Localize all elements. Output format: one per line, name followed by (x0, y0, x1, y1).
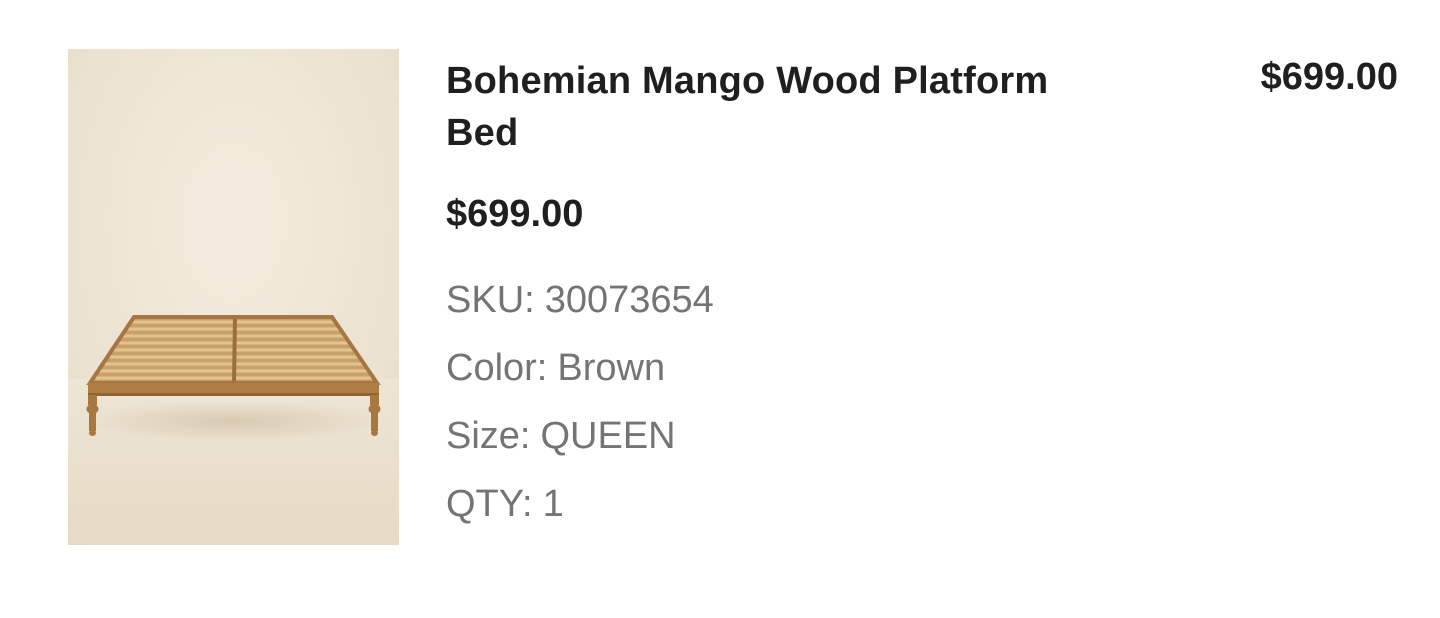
color-value: Brown (557, 347, 666, 389)
size-row: Size: QUEEN (446, 402, 1066, 470)
product-name[interactable]: Bohemian Mango Wood Platform Bed (446, 55, 1066, 159)
sku-row: SKU: 30073654 (446, 266, 1066, 334)
product-attributes: SKU: 30073654 Color: Brown Size: QUEEN QTY:… (446, 266, 1066, 538)
product-details: Bohemian Mango Wood Platform Bed $699.00… (446, 55, 1066, 538)
qty-row: QTY: 1 (446, 470, 1066, 538)
line-total-price: $699.00 (1260, 56, 1398, 98)
color-label: Color: (446, 347, 548, 389)
product-image[interactable] (68, 49, 399, 545)
unit-price: $699.00 (446, 193, 584, 235)
size-value: QUEEN (540, 415, 676, 457)
cart-line-item: Bohemian Mango Wood Platform Bed $699.00… (0, 0, 1440, 618)
size-label: Size: (446, 415, 531, 457)
color-row: Color: Brown (446, 334, 1066, 402)
sku-value: 30073654 (544, 279, 714, 321)
sku-label: SKU: (446, 279, 535, 321)
qty-label: QTY: (446, 483, 533, 525)
qty-value: 1 (542, 483, 564, 525)
